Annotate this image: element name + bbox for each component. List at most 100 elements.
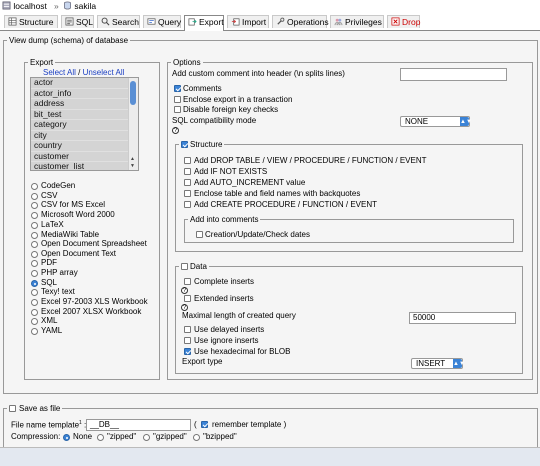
database-link[interactable]: sakila bbox=[63, 1, 96, 11]
save-as-file-checkbox[interactable] bbox=[9, 405, 16, 412]
compression-bzipped-radio[interactable] bbox=[193, 434, 200, 441]
list-item[interactable]: actor bbox=[31, 78, 138, 89]
help-icon[interactable]: ? bbox=[172, 127, 179, 134]
max-length-input[interactable]: 50000 bbox=[409, 312, 516, 324]
extended-inserts-label: Extended inserts bbox=[194, 294, 254, 303]
template-label: File name template1 : bbox=[11, 420, 86, 430]
tab-export-label: Export bbox=[199, 17, 224, 27]
export-type-select[interactable]: INSERT ▲▼ bbox=[411, 358, 465, 369]
format-label: CodeGen bbox=[41, 181, 76, 190]
format-radio[interactable] bbox=[31, 289, 38, 296]
format-radio[interactable] bbox=[31, 309, 38, 316]
format-radio[interactable] bbox=[31, 251, 38, 258]
tab-structure-label: Structure bbox=[19, 17, 54, 27]
chevron-down-icon: ▲▼ bbox=[460, 117, 472, 126]
help-icon[interactable]: ? bbox=[181, 287, 188, 294]
list-item[interactable]: customer_list bbox=[31, 161, 138, 170]
structure-checkbox[interactable] bbox=[181, 141, 188, 148]
compression-bzipped-label: "bzipped" bbox=[203, 432, 237, 441]
creation-dates-checkbox[interactable] bbox=[196, 231, 203, 238]
help-icon[interactable]: ? bbox=[181, 304, 188, 311]
template-label-text: File name template bbox=[11, 420, 80, 430]
format-radio[interactable] bbox=[31, 202, 38, 209]
format-label: Open Document Text bbox=[41, 249, 117, 258]
sql-icon bbox=[65, 17, 74, 26]
list-item[interactable]: category bbox=[31, 119, 138, 131]
sql-compat-select[interactable]: NONE ▲▼ bbox=[400, 116, 472, 127]
data-checkbox[interactable] bbox=[181, 263, 188, 270]
listbox-scrollbar[interactable]: ▲ ▼ bbox=[128, 78, 138, 170]
tab-export[interactable]: Export bbox=[184, 15, 224, 31]
ignore-inserts-label: Use ignore inserts bbox=[194, 336, 259, 345]
tab-operations-label: Operations bbox=[287, 17, 329, 27]
compression-none-label: None bbox=[73, 432, 93, 441]
data-legend-label: Data bbox=[190, 262, 207, 271]
import-icon bbox=[231, 18, 240, 26]
tab-structure[interactable]: Structure bbox=[4, 15, 58, 28]
format-radio[interactable] bbox=[31, 270, 38, 277]
compression-gzipped-label: "gzipped" bbox=[153, 432, 187, 441]
format-radio[interactable] bbox=[31, 183, 38, 190]
list-item[interactable]: address bbox=[31, 98, 138, 110]
template-input[interactable]: __DB__ bbox=[86, 419, 191, 431]
format-radio[interactable] bbox=[31, 328, 38, 335]
structure-option-checkbox[interactable] bbox=[184, 179, 191, 186]
format-radio[interactable] bbox=[31, 318, 38, 325]
options-legend: Options bbox=[173, 58, 201, 67]
save-as-file-legend: Save as file bbox=[7, 404, 62, 413]
complete-inserts-label: Complete inserts bbox=[194, 277, 255, 286]
database-label: sakila bbox=[74, 1, 97, 11]
scrollbar-thumb[interactable] bbox=[130, 81, 136, 105]
sql-compat-value: NONE bbox=[405, 117, 429, 126]
tab-operations[interactable]: Operations bbox=[272, 15, 329, 28]
format-radio-selected[interactable] bbox=[31, 280, 38, 287]
format-radio[interactable] bbox=[31, 232, 38, 239]
tab-import[interactable]: Import bbox=[227, 15, 269, 28]
structure-icon bbox=[8, 17, 17, 26]
format-radio[interactable] bbox=[31, 222, 38, 229]
hex-blob-checkbox[interactable] bbox=[184, 348, 191, 355]
comments-checkbox[interactable] bbox=[174, 85, 181, 92]
format-radio[interactable] bbox=[31, 193, 38, 200]
tab-privileges-label: Privileges bbox=[345, 17, 382, 27]
compression-gzipped-radio[interactable] bbox=[143, 434, 150, 441]
format-label: Excel 97-2003 XLS Workbook bbox=[41, 297, 148, 306]
tab-query[interactable]: Query bbox=[143, 15, 181, 28]
structure-option-checkbox[interactable] bbox=[184, 201, 191, 208]
export-legend: Export bbox=[30, 58, 54, 67]
complete-inserts-checkbox[interactable] bbox=[184, 278, 191, 285]
extended-inserts-checkbox[interactable] bbox=[184, 295, 191, 302]
select-all-link[interactable]: Select All bbox=[43, 68, 76, 77]
tab-search[interactable]: Search bbox=[97, 15, 140, 28]
drop-icon bbox=[391, 17, 400, 26]
save-as-file-legend-label: Save as file bbox=[19, 404, 61, 413]
structure-option-checkbox[interactable] bbox=[184, 157, 191, 164]
format-label: MediaWiki Table bbox=[41, 230, 100, 239]
select-links-separator: / bbox=[75, 68, 83, 77]
remember-template-checkbox[interactable] bbox=[201, 421, 208, 428]
tab-sql[interactable]: SQL bbox=[61, 15, 94, 28]
tab-drop[interactable]: Drop bbox=[387, 15, 420, 28]
table-listbox[interactable]: actor actor_info address bit_test catego… bbox=[30, 77, 139, 171]
list-item[interactable]: country bbox=[31, 140, 138, 152]
server-link[interactable]: localhost bbox=[2, 1, 47, 11]
compression-none-radio[interactable] bbox=[63, 434, 70, 441]
structure-option-checkbox[interactable] bbox=[184, 190, 191, 197]
compression-zipped-radio[interactable] bbox=[97, 434, 104, 441]
structure-option-checkbox[interactable] bbox=[184, 168, 191, 175]
format-radio[interactable] bbox=[31, 241, 38, 248]
unselect-all-link[interactable]: Unselect All bbox=[83, 68, 125, 77]
format-radio[interactable] bbox=[31, 212, 38, 219]
scroll-up-arrow-icon[interactable]: ▲ bbox=[130, 156, 135, 162]
comment-input[interactable] bbox=[400, 68, 507, 81]
format-label: Texy! text bbox=[41, 287, 75, 296]
ignore-inserts-checkbox[interactable] bbox=[184, 337, 191, 344]
tab-privileges[interactable]: Privileges bbox=[330, 15, 384, 28]
paren-open: ( bbox=[194, 420, 197, 429]
delayed-inserts-checkbox[interactable] bbox=[184, 326, 191, 333]
enclose-transaction-checkbox[interactable] bbox=[174, 96, 181, 103]
format-radio[interactable] bbox=[31, 299, 38, 306]
format-radio[interactable] bbox=[31, 260, 38, 267]
scroll-down-arrow-icon[interactable]: ▼ bbox=[130, 163, 135, 169]
disable-fk-checkbox[interactable] bbox=[174, 106, 181, 113]
